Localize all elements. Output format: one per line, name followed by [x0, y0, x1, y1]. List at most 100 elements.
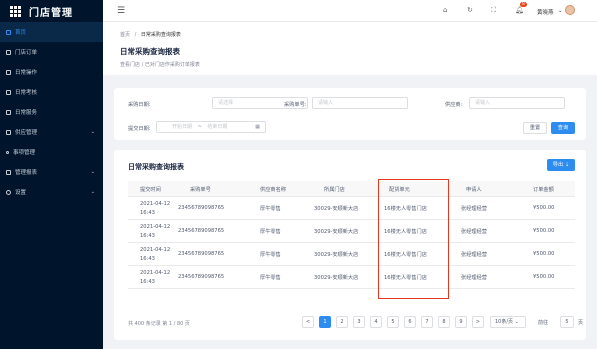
page-button-3[interactable]: 3 — [353, 316, 365, 328]
cell-store: 30029-安顺新大店 — [314, 275, 359, 281]
total-records: 共 400 条记录 第 1 / 80 页 — [128, 321, 190, 327]
user-name[interactable]: 黄晓燕 — [537, 8, 554, 16]
column-header: 申请人 — [466, 187, 482, 193]
chevron-down-icon: ⌄ — [514, 319, 519, 325]
page-button-8[interactable]: 8 — [438, 316, 450, 328]
cell-date: 2021-04-12 16:43 — [140, 200, 170, 218]
cell-date-time: 16:43 — [140, 279, 155, 285]
cell-order: 23456789098765 — [178, 205, 225, 211]
page-button-7[interactable]: 7 — [421, 316, 433, 328]
date-select-placeholder: 请选择 — [218, 100, 234, 106]
sidebar-item-daily-service[interactable]: 日常服务 — [0, 102, 103, 122]
supplier-input[interactable]: 请输入 — [469, 97, 565, 109]
app-name: 门店管理 — [29, 7, 73, 19]
sidebar-item-matters[interactable]: 事项管理 — [0, 142, 103, 162]
menu-toggle-icon[interactable]: ☰ — [117, 6, 125, 16]
sidebar-item-label: 供应管理 — [15, 130, 38, 136]
highlight-box — [378, 179, 449, 299]
sidebar-item-reports[interactable]: 管理报表 ⌄ — [0, 162, 103, 182]
table-row[interactable]: 2021-04-12 16:43 23456789098765 厚牛零售 3002… — [128, 244, 575, 266]
cell-date-time: 16:43 — [140, 210, 155, 216]
date-range-picker[interactable]: 开始日期 ~ 结束日期 ▦ — [156, 121, 266, 133]
order-label: 采购单号: — [284, 102, 307, 108]
supplier-input-placeholder: 请输入 — [475, 100, 491, 106]
cell-store: 30029-安顺新大店 — [314, 229, 359, 235]
cell-amount: ¥500.00 — [533, 228, 555, 234]
page-button-6[interactable]: 6 — [404, 316, 416, 328]
reset-button[interactable]: 重置 — [523, 122, 547, 134]
clipboard-icon — [6, 89, 11, 95]
cell-applicant: 张经理经营 — [461, 252, 487, 258]
sidebar-item-daily-assessment[interactable]: 日常考核 — [0, 82, 103, 102]
order-input[interactable]: 请输入 — [312, 97, 408, 109]
prev-page-button[interactable]: < — [302, 316, 314, 328]
sidebar-item-store-orders[interactable]: 门店订单 — [0, 42, 103, 62]
table-row[interactable]: 2021-04-12 16:43 23456789098765 厚牛零售 3002… — [128, 198, 575, 220]
page-button-1[interactable]: 1 — [319, 316, 331, 328]
cell-date-day: 2021-04-12 — [140, 201, 171, 207]
column-header: 订单金额 — [533, 187, 554, 193]
column-header: 所属门店 — [324, 187, 345, 193]
query-button[interactable]: 查询 — [551, 122, 575, 134]
breadcrumb-root[interactable]: 首页 — [120, 32, 130, 38]
supplier-label: 供应商: — [445, 102, 463, 108]
cell-date-day: 2021-04-12 — [140, 224, 171, 230]
export-label: 导出 — [552, 162, 564, 168]
page-header: 首页 / 日常采购查询报表 日常采购查询报表 查看门店 / 已对门店作采购订单报… — [103, 22, 597, 75]
sidebar-item-home[interactable]: 首页 — [0, 22, 103, 42]
page-title: 日常采购查询报表 — [120, 47, 180, 56]
gear-icon — [6, 189, 11, 195]
document-icon — [6, 69, 11, 75]
sidebar-item-settings[interactable]: 设置 ⌄ — [0, 182, 103, 202]
page-button-9[interactable]: 9 — [455, 316, 467, 328]
cell-date-time: 16:43 — [140, 233, 155, 239]
report-card: 日常采购查询报表 导出 ⇣ 提交时间 采购单号 供应商名称 所属门店 配货单元 … — [114, 150, 586, 340]
cell-applicant: 张经理经营 — [461, 229, 487, 235]
filter-panel: 采购日期: 请选择 采购单号: 请输入 供应商: 请输入 提交日期: 开始日期 … — [114, 88, 586, 140]
bell-icon[interactable]: 🔔︎ — [515, 6, 524, 14]
table-row[interactable]: 2021-04-12 16:43 23456789098765 厚牛零售 3002… — [128, 221, 575, 243]
cell-date-day: 2021-04-12 — [140, 270, 171, 276]
page-description: 查看门店 / 已对门店作采购订单报表 — [120, 62, 200, 68]
next-page-button[interactable]: > — [472, 316, 484, 328]
sidebar-item-label: 日常操作 — [15, 70, 38, 76]
page-size-select[interactable]: 10条/页 ⌄ — [490, 316, 526, 328]
column-header: 提交时间 — [140, 187, 161, 193]
download-icon: ⇣ — [564, 162, 570, 168]
home-icon[interactable]: ⌂ — [443, 6, 447, 14]
goto-page-input[interactable]: 5 — [560, 316, 574, 328]
table-header: 提交时间 采购单号 供应商名称 所属门店 配货单元 申请人 订单金额 — [128, 181, 575, 197]
cell-order: 23456789098765 — [178, 274, 225, 280]
export-button[interactable]: 导出 ⇣ — [547, 159, 575, 171]
fullscreen-icon[interactable]: ⛶ — [491, 6, 496, 15]
dot-icon — [6, 150, 9, 154]
app-grid-icon — [10, 5, 21, 17]
chevron-down-icon[interactable]: ⌄ — [558, 8, 563, 14]
sidebar-item-label: 日常服务 — [15, 110, 38, 116]
breadcrumb-separator: / — [134, 32, 137, 38]
cell-amount: ¥500.00 — [533, 251, 555, 257]
table-row[interactable]: 2021-04-12 16:43 23456789098765 厚牛零售 3002… — [128, 267, 575, 289]
range-separator: ~ — [197, 124, 202, 130]
refresh-icon[interactable]: ↻ — [467, 6, 473, 14]
cell-supplier: 厚牛零售 — [260, 229, 281, 235]
order-input-placeholder: 请输入 — [318, 100, 334, 106]
order-icon — [6, 49, 11, 55]
sidebar-item-supply-management[interactable]: 供应管理 ⌄ — [0, 122, 103, 142]
chevron-down-icon: ⌄ — [90, 189, 95, 195]
goto-label: 前往 — [538, 320, 549, 326]
page-button-4[interactable]: 4 — [370, 316, 382, 328]
column-header: 供应商名称 — [260, 187, 286, 193]
avatar[interactable] — [565, 5, 575, 15]
page-button-5[interactable]: 5 — [387, 316, 399, 328]
sidebar-item-label: 日常考核 — [15, 90, 38, 96]
end-date-placeholder: 结束日期 — [207, 124, 228, 130]
cell-supplier: 厚牛零售 — [260, 206, 281, 212]
goto-suffix: 页 — [578, 320, 584, 326]
sidebar-item-label: 事项管理 — [13, 150, 36, 156]
sidebar-item-daily-operations[interactable]: 日常操作 — [0, 62, 103, 82]
cell-date: 2021-04-12 16:43 — [140, 246, 170, 264]
cell-order: 23456789098765 — [178, 251, 225, 257]
chevron-down-icon: ⌄ — [90, 129, 95, 135]
page-button-2[interactable]: 2 — [336, 316, 348, 328]
